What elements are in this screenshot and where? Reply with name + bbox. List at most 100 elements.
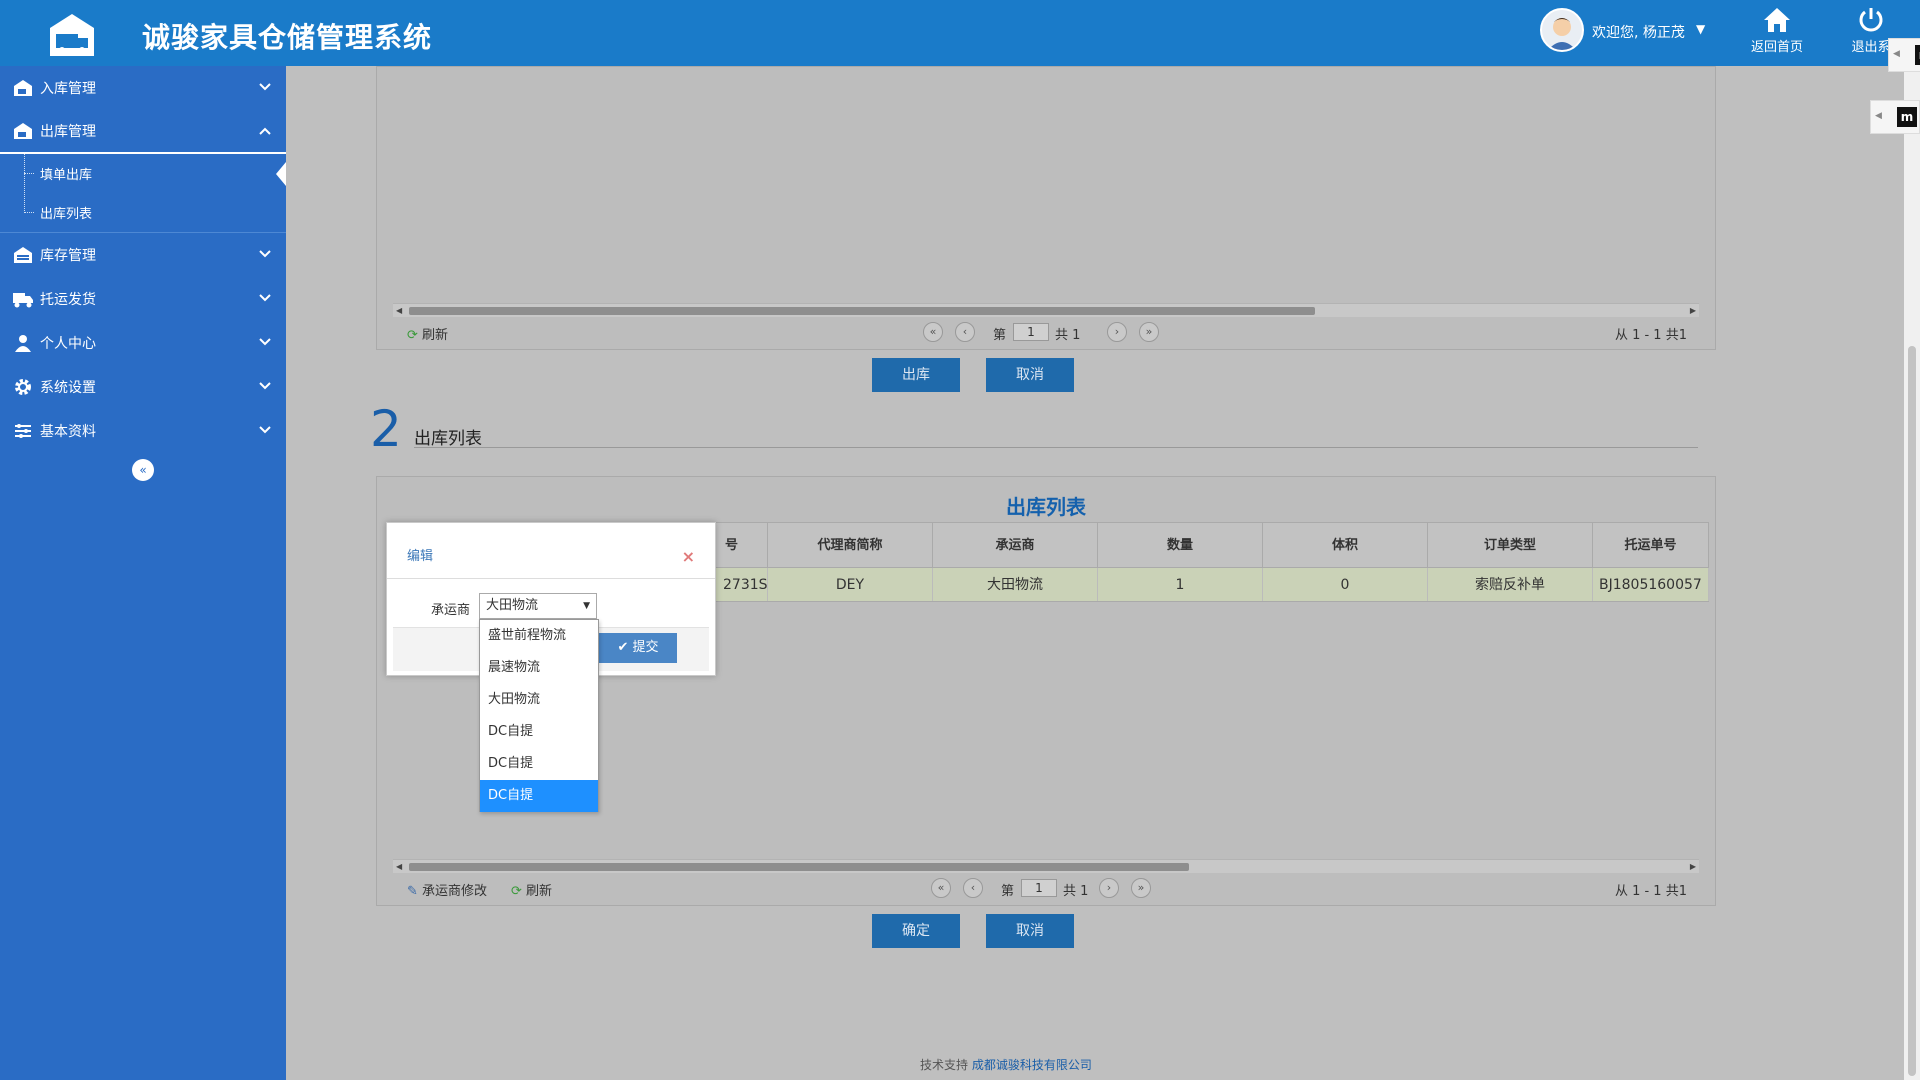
section-divider — [414, 447, 1698, 448]
carrier-select[interactable]: 大田物流 ▼ — [479, 593, 597, 619]
table-cell: 索赔反补单 — [1428, 568, 1593, 601]
next-page-icon[interactable]: › — [1107, 322, 1127, 342]
page-number-input[interactable]: 1 — [1021, 879, 1057, 897]
refresh-button[interactable]: ⟳ 刷新 — [511, 880, 552, 899]
sidebar-item-label: 库存管理 — [40, 248, 96, 264]
footer-company-link[interactable]: 成都诚骏科技有限公司 — [972, 1058, 1092, 1072]
sidebar-item-profile[interactable]: 个人中心 — [0, 321, 286, 365]
home-button[interactable]: 返回首页 — [1742, 6, 1812, 55]
side-extension-tab[interactable]: ◀ m — [1870, 100, 1920, 134]
column-header[interactable]: 代理商简称 — [768, 523, 933, 567]
confirm-button[interactable]: 确定 — [872, 914, 960, 948]
page-number-input[interactable]: 1 — [1013, 323, 1049, 341]
dropdown-option[interactable]: DC自提 — [480, 748, 598, 780]
user-icon — [12, 332, 34, 354]
column-header[interactable]: 承运商 — [933, 523, 1098, 567]
range-text: 从 1 - 1 共1 — [1614, 884, 1687, 899]
submit-button[interactable]: ✔ 提交 — [599, 633, 677, 663]
horizontal-scrollbar[interactable]: ◀ ▶ — [393, 303, 1699, 317]
page-prefix: 第 — [993, 328, 1007, 343]
pencil-icon: ✎ — [407, 884, 418, 899]
dropdown-option[interactable]: 晨速物流 — [480, 652, 598, 684]
table-cell: 1 — [1098, 568, 1263, 601]
sidebar-collapse-button[interactable]: « — [132, 459, 154, 481]
power-icon — [1859, 8, 1883, 32]
outbound-submenu: 填单出库 出库列表 — [0, 154, 286, 233]
check-icon: ✔ — [617, 640, 629, 655]
first-page-icon[interactable]: « — [931, 878, 951, 898]
sidebar: 入库管理 出库管理 填单出库 出库列表 库存管理 托运发货 个人中心 系统设置 … — [0, 66, 286, 1080]
section-title: 出库列表 — [414, 429, 482, 449]
dropdown-option[interactable]: 盛世前程物流 — [480, 620, 598, 652]
prev-page-icon[interactable]: ‹ — [955, 322, 975, 342]
dropdown-option[interactable]: DC自提 — [480, 716, 598, 748]
chevron-up-icon — [259, 127, 271, 135]
cancel-button[interactable]: 取消 — [986, 914, 1074, 948]
scroll-right-icon[interactable]: ▶ — [1690, 304, 1696, 318]
sidebar-item-label: 出库管理 — [40, 124, 96, 140]
pagination-bar: ⟳ 刷新 « ‹ 第 1 共 1 › » 从 1 - 1 共1 — [393, 317, 1699, 347]
column-header[interactable]: 托运单号 — [1593, 523, 1709, 567]
dropdown-option-selected[interactable]: DC自提 — [480, 780, 598, 812]
sidebar-item-inventory[interactable]: 库存管理 — [0, 233, 286, 277]
truck-icon — [12, 288, 34, 310]
cancel-button[interactable]: 取消 — [986, 358, 1074, 392]
column-header[interactable]: 体积 — [1263, 523, 1428, 567]
page-vertical-scrollbar[interactable] — [1904, 66, 1920, 1080]
chevron-down-icon — [259, 426, 271, 434]
sidebar-item-shipping[interactable]: 托运发货 — [0, 277, 286, 321]
welcome-text[interactable]: 欢迎您, 杨正茂 — [1592, 22, 1685, 42]
step-number: 2 — [370, 400, 402, 458]
double-chevron-left-icon: « — [139, 463, 147, 477]
column-header[interactable]: 订单类型 — [1428, 523, 1593, 567]
scroll-left-icon[interactable]: ◀ — [396, 860, 402, 874]
side-extension-tab[interactable]: ◀ m — [1888, 38, 1920, 72]
table-cell: BJ1805160057 — [1593, 568, 1709, 601]
sliders-icon — [12, 420, 34, 442]
first-page-icon[interactable]: « — [923, 322, 943, 342]
sidebar-item-basic-data[interactable]: 基本资料 — [0, 409, 286, 453]
close-icon[interactable]: × — [682, 547, 695, 566]
chevron-down-icon — [259, 338, 271, 346]
warehouse-icon — [12, 120, 34, 142]
sidebar-subitem-outbound-list[interactable]: 出库列表 — [0, 193, 286, 232]
user-avatar[interactable] — [1540, 8, 1584, 52]
page-total: 共 1 — [1063, 884, 1089, 899]
scroll-thumb[interactable] — [1908, 346, 1916, 1076]
dialog-title: 编辑 — [407, 549, 434, 564]
dropdown-option[interactable]: 大田物流 — [480, 684, 598, 716]
extension-letter: m — [1915, 45, 1920, 65]
warehouse-truck-logo-icon — [46, 10, 98, 58]
sidebar-item-label: 系统设置 — [40, 380, 96, 396]
sidebar-subitem-fill-outbound[interactable]: 填单出库 — [0, 154, 286, 193]
scroll-right-icon[interactable]: ▶ — [1690, 860, 1696, 874]
table-cell: DEY — [768, 568, 933, 601]
last-page-icon[interactable]: » — [1131, 878, 1151, 898]
refresh-icon: ⟳ — [511, 884, 522, 899]
arrow-left-icon: ◀ — [1875, 111, 1882, 121]
sidebar-item-label: 入库管理 — [40, 81, 96, 97]
dialog-header: 编辑 × — [387, 523, 715, 579]
sidebar-item-settings[interactable]: 系统设置 — [0, 365, 286, 409]
sidebar-item-inbound[interactable]: 入库管理 — [0, 66, 286, 110]
sidebar-item-outbound[interactable]: 出库管理 — [0, 110, 286, 154]
horizontal-scrollbar[interactable]: ◀ ▶ — [393, 859, 1699, 873]
last-page-icon[interactable]: » — [1139, 322, 1159, 342]
scroll-thumb[interactable] — [409, 307, 1315, 315]
scroll-left-icon[interactable]: ◀ — [396, 304, 402, 318]
outbound-button[interactable]: 出库 — [872, 358, 960, 392]
logout-label: 退出系 — [1851, 40, 1891, 55]
edit-carrier-button[interactable]: ✎ 承运商修改 — [407, 880, 487, 899]
next-page-icon[interactable]: › — [1099, 878, 1119, 898]
chevron-down-icon — [259, 382, 271, 390]
active-indicator — [276, 162, 286, 186]
column-header-partial: 号 — [723, 523, 768, 567]
caret-down-icon[interactable]: ▼ — [1696, 22, 1705, 36]
prev-page-icon[interactable]: ‹ — [963, 878, 983, 898]
outbound-form-grid: ◀ ▶ ⟳ 刷新 « ‹ 第 1 共 1 › » 从 1 - 1 共1 — [376, 66, 1716, 350]
refresh-button[interactable]: ⟳ 刷新 — [407, 324, 448, 343]
sidebar-item-label: 基本资料 — [40, 424, 96, 440]
range-text: 从 1 - 1 共1 — [1614, 328, 1687, 343]
scroll-thumb[interactable] — [409, 863, 1189, 871]
column-header[interactable]: 数量 — [1098, 523, 1263, 567]
